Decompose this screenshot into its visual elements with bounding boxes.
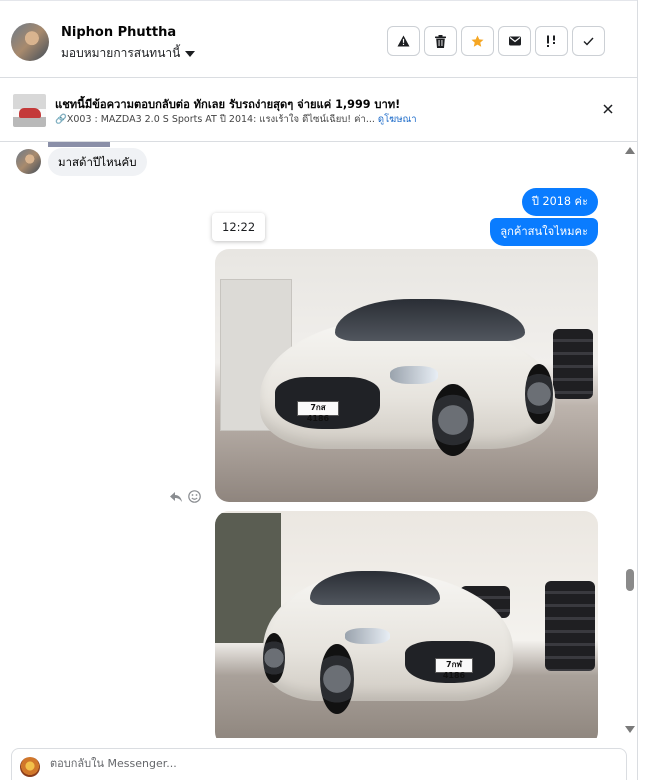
message-thread[interactable]: มาสด้าปีไหนคับ ปี 2018 ค่ะ ลูกค้าสนใจไหม… [0, 142, 623, 738]
contact-name[interactable]: Niphon Phuttha [61, 25, 176, 40]
mark-unread-button[interactable] [498, 26, 531, 56]
delete-button[interactable] [424, 26, 457, 56]
incoming-message[interactable]: มาสด้าปีไหนคับ [48, 148, 147, 176]
mail-icon [508, 36, 521, 46]
outgoing-message[interactable]: ลูกค้าสนใจไหมคะ [490, 218, 598, 246]
close-icon[interactable] [601, 102, 615, 116]
outgoing-message[interactable]: ปี 2018 ค่ะ [521, 188, 598, 216]
ad-description: X003 : MAZDA3 2.0 S Sports AT ปี 2014: แ… [66, 114, 375, 125]
emoji-icon[interactable] [188, 490, 201, 503]
headlight [390, 366, 438, 384]
warning-icon [397, 35, 410, 47]
reply-input[interactable] [50, 757, 610, 770]
header-actions [387, 26, 605, 56]
avatar[interactable] [11, 23, 49, 61]
scroll-up-arrow-icon[interactable] [625, 147, 635, 154]
scrollbar-thumb[interactable] [626, 569, 634, 591]
car-photo[interactable]: 7กฬ 4186 [215, 511, 598, 738]
ad-banner-subtitle: 🔗X003 : MAZDA3 2.0 S Sports AT ปี 2014: … [55, 112, 417, 127]
caret-down-icon [185, 51, 196, 57]
assign-label: มอบหมายการสนทนานี้ [61, 46, 181, 60]
ad-pin-icon: 🔗 [55, 114, 67, 125]
message-reactions [170, 490, 201, 503]
car-windshield [335, 299, 525, 341]
mark-done-button[interactable] [572, 26, 605, 56]
reply-icon[interactable] [170, 491, 182, 502]
sender-avatar[interactable] [16, 149, 41, 174]
conversation-header: Niphon Phuttha มอบหมายการสนทนานี้ [0, 0, 637, 78]
car-wheel [320, 644, 354, 714]
trash-icon [435, 34, 446, 48]
star-button[interactable] [461, 26, 494, 56]
car-wheel [263, 633, 285, 683]
page-avatar [20, 757, 40, 777]
car-wheel [525, 364, 553, 424]
license-plate: 7กส 4186 [297, 401, 339, 423]
assign-conversation-dropdown[interactable]: มอบหมายการสนทนานี้ [61, 44, 196, 63]
star-icon [471, 35, 484, 47]
car-wheel [432, 384, 474, 456]
tire-stack [545, 581, 595, 671]
headlight [345, 628, 390, 644]
timestamp-tooltip: 12:22 [212, 213, 266, 241]
ad-context-banner: แชทนี้มีข้อความตอบกลับต่อ ทักเลย รับรถง่… [0, 78, 637, 142]
checkmark-icon [583, 37, 594, 46]
view-ad-link[interactable]: ดูโฆษณา [378, 114, 417, 125]
previous-attachment-edge [48, 142, 110, 147]
follow-up-icon [546, 35, 555, 47]
mark-spam-button[interactable] [387, 26, 420, 56]
follow-up-button[interactable] [535, 26, 568, 56]
license-plate: 7กฬ 4186 [435, 658, 473, 680]
tire-stack [553, 329, 593, 399]
reply-composer[interactable] [11, 748, 627, 780]
ad-thumbnail[interactable] [13, 94, 46, 127]
car-photo[interactable]: 7กส 4186 [215, 249, 598, 502]
inbox-conversation-panel: Niphon Phuttha มอบหมายการสนทนานี้ แชทนี้… [0, 0, 638, 780]
thread-scrollbar[interactable] [623, 142, 637, 738]
scroll-down-arrow-icon[interactable] [625, 726, 635, 733]
ad-banner-title: แชทนี้มีข้อความตอบกลับต่อ ทักเลย รับรถง่… [55, 98, 401, 111]
page-edge [638, 0, 647, 780]
